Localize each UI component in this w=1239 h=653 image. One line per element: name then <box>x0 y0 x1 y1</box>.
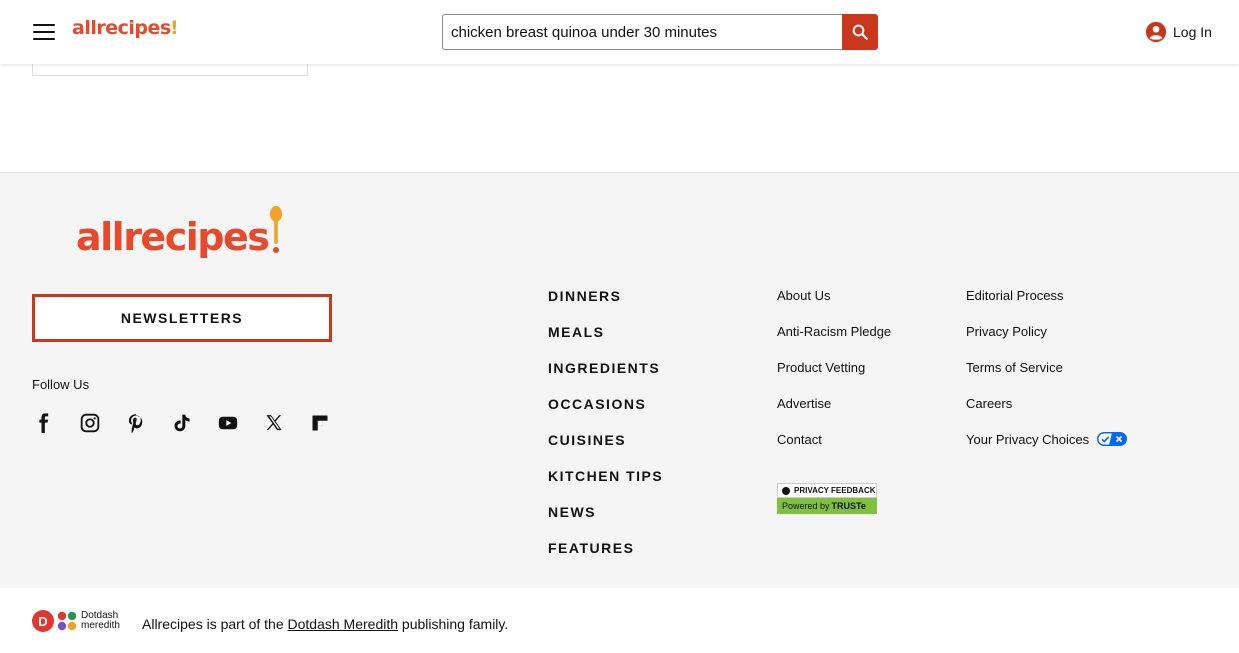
footer-category-link[interactable]: FEATURES <box>548 540 663 576</box>
statement-suffix: publishing family. <box>401 616 509 632</box>
spoon-icon <box>270 206 283 253</box>
instagram-icon[interactable] <box>78 411 102 435</box>
footer-category-link[interactable]: CUISINES <box>548 432 663 468</box>
footer-category-link[interactable]: KITCHEN TIPS <box>548 468 663 504</box>
search-field[interactable] <box>442 14 844 50</box>
tiktok-icon[interactable] <box>170 411 194 435</box>
header-logo[interactable]: allrecipesǃ <box>72 17 178 39</box>
footer-category-link[interactable]: NEWS <box>548 504 663 540</box>
footer-category-link[interactable]: MEALS <box>548 324 663 360</box>
footer-link[interactable]: Privacy Policy <box>966 324 1127 360</box>
x-icon[interactable] <box>262 411 286 435</box>
login-button[interactable]: Log In <box>1145 21 1212 43</box>
footer-category-link[interactable]: OCCASIONS <box>548 396 663 432</box>
search-button[interactable] <box>842 14 878 50</box>
search-input[interactable] <box>443 15 844 49</box>
footer-logo[interactable]: allrecipes <box>76 206 283 259</box>
privacy-choices-link[interactable]: Your Privacy Choices <box>966 432 1128 468</box>
site-footer: allrecipes NEWSLETTERS Follow Us DINNERS… <box>0 172 1239 588</box>
social-links <box>32 411 354 435</box>
statement-prefix: Allrecipes is part of the <box>142 616 284 632</box>
login-label: Log In <box>1173 24 1212 40</box>
footer-link[interactable]: Careers <box>966 396 1127 432</box>
footer-link[interactable]: Editorial Process <box>966 288 1127 324</box>
hamburger-menu-icon[interactable] <box>33 24 55 40</box>
privacy-toggle-icon <box>1097 432 1128 446</box>
footer-links-company: About Us Anti-Racism Pledge Product Vett… <box>777 288 891 468</box>
newsletters-button[interactable]: NEWSLETTERS <box>32 294 332 342</box>
footer-link[interactable]: Anti-Racism Pledge <box>777 324 891 360</box>
truste-powered-label: Powered by <box>782 501 830 511</box>
footer-link[interactable]: Product Vetting <box>777 360 891 396</box>
dotdash-meredith-logo[interactable]: D Dotdash meredith <box>32 610 120 632</box>
footer-category-link[interactable]: DINNERS <box>548 288 663 324</box>
footer-links-legal: Editorial Process Privacy Policy Terms o… <box>966 288 1128 468</box>
publisher-statement: Allrecipes is part of the Dotdash Meredi… <box>142 616 508 632</box>
pinterest-icon[interactable] <box>124 411 148 435</box>
footer-link[interactable]: Contact <box>777 432 891 468</box>
footer-category-link[interactable]: INGREDIENTS <box>548 360 663 396</box>
dotdash-pattern-icon <box>57 611 77 631</box>
dotdash-wordmark: Dotdash meredith <box>81 611 120 631</box>
dotdash-meredith-link[interactable]: Dotdash Meredith <box>288 616 399 632</box>
follow-us-label: Follow Us <box>32 377 90 392</box>
footer-categories: DINNERS MEALS INGREDIENTS OCCASIONS CUIS… <box>548 288 663 576</box>
facebook-icon[interactable] <box>32 411 56 435</box>
truste-privacy-feedback-badge[interactable]: PRIVACY FEEDBACK Powered by TRUSTe <box>777 483 877 514</box>
search-icon <box>852 24 868 40</box>
flipboard-icon[interactable] <box>308 411 332 435</box>
footer-link[interactable]: About Us <box>777 288 891 324</box>
chat-bubble-icon <box>782 486 790 495</box>
footer-link[interactable]: Terms of Service <box>966 360 1127 396</box>
truste-top-label: PRIVACY FEEDBACK <box>794 486 876 495</box>
site-header: allrecipesǃ Log In <box>0 0 1239 64</box>
publisher-bar: D Dotdash meredith Allrecipes is part of… <box>0 588 1239 653</box>
truste-brand: TRUSTe <box>831 501 866 511</box>
dotdash-badge: D <box>32 610 54 632</box>
dotdash-wordmark-line2: meredith <box>81 620 120 631</box>
footer-link[interactable]: Advertise <box>777 396 891 432</box>
privacy-choices-label: Your Privacy Choices <box>966 432 1090 447</box>
youtube-icon[interactable] <box>216 411 240 435</box>
account-circle-icon <box>1145 21 1167 43</box>
